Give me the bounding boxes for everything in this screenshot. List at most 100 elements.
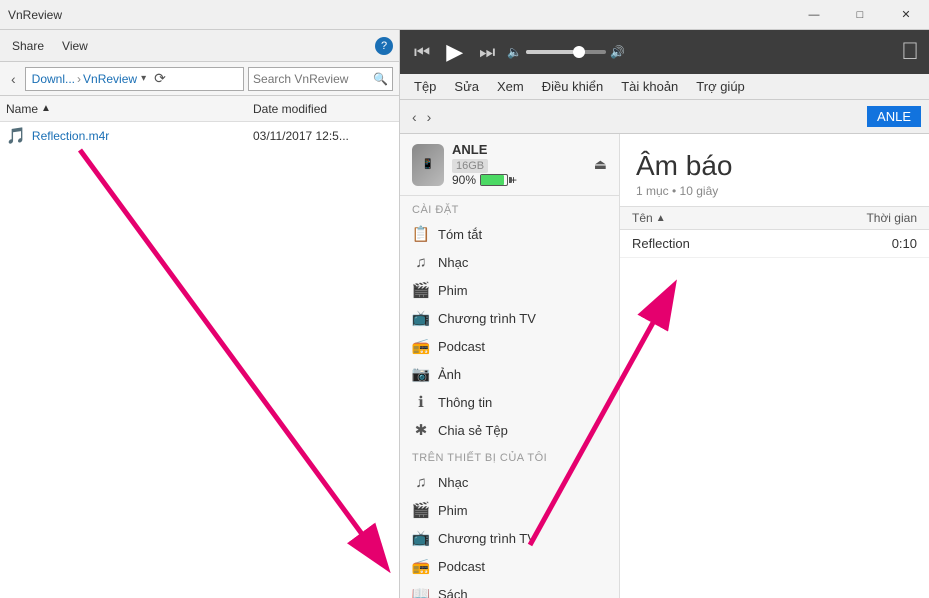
- maximize-button[interactable]: □: [837, 0, 883, 30]
- eject-button[interactable]: ⏏: [594, 156, 607, 173]
- window-controls: — □ ✕: [791, 0, 929, 30]
- device-sach-icon: 📖: [412, 585, 430, 598]
- table-row[interactable]: Reflection 0:10: [620, 230, 929, 258]
- play-button[interactable]: ▶: [442, 37, 467, 67]
- sidebar-device-header: Trên Thiết bị của tôi: [400, 444, 619, 468]
- file-type-icon: 🎵: [6, 126, 26, 146]
- volume-high-icon: 🔊: [610, 45, 625, 59]
- explorer-content: 🎵 Reflection.m4r 03/11/2017 12:5...: [0, 122, 399, 598]
- sidebar-item-tom-tat[interactable]: 📋 Tóm tắt: [400, 220, 619, 248]
- sidebar-device-label-phim: Phim: [438, 503, 468, 518]
- sidebar-device-label-sach: Sách: [438, 587, 468, 598]
- device-capacity: 16GB: [452, 159, 488, 173]
- device-phim-icon: 🎬: [412, 501, 430, 519]
- menu-sua[interactable]: Sửa: [446, 76, 487, 97]
- breadcrumb-child[interactable]: VnReview: [83, 72, 137, 86]
- device-tv-icon: 📺: [412, 529, 430, 547]
- breadcrumb-root[interactable]: Downl...: [32, 72, 75, 86]
- itunes-back-button[interactable]: ‹: [408, 107, 421, 127]
- date-column-header: Date modified: [253, 102, 393, 116]
- itunes-content: Âm báo 1 mục • 10 giây Tên ▲ Thời gian R…: [620, 134, 929, 598]
- sidebar-label-chia-se: Chia sẻ Tệp: [438, 423, 508, 438]
- sidebar-label-anh: Ảnh: [438, 367, 461, 382]
- explorer-toolbar: Share View ?: [0, 30, 399, 62]
- thong-tin-icon: ℹ: [412, 393, 430, 411]
- breadcrumb-separator: ›: [77, 72, 81, 86]
- sidebar-device-nhac[interactable]: ♫ Nhạc: [400, 468, 619, 496]
- file-item[interactable]: 🎵 Reflection.m4r 03/11/2017 12:5...: [0, 122, 399, 150]
- sidebar-item-podcast[interactable]: 📻 Podcast: [400, 332, 619, 360]
- view-button[interactable]: View: [56, 37, 94, 55]
- help-button[interactable]: ?: [375, 37, 393, 55]
- itunes-nav: ‹ › ANLE: [400, 100, 929, 134]
- device-nhac-icon: ♫: [412, 473, 430, 491]
- sidebar-device-label-tv: Chương trình TV: [438, 531, 536, 546]
- menu-dieu-khien[interactable]: Điều khiển: [534, 76, 611, 97]
- sidebar-item-nhac[interactable]: ♫ Nhạc: [400, 248, 619, 276]
- battery-fill: [481, 175, 504, 185]
- sidebar-item-anh[interactable]: 📷 Ảnh: [400, 360, 619, 388]
- itunes-menu: Tệp Sửa Xem Điều khiển Tài khoản Trợ giú…: [400, 74, 929, 100]
- nhac-icon: ♫: [412, 253, 430, 271]
- search-input[interactable]: [253, 72, 373, 86]
- search-box: 🔍: [248, 67, 393, 91]
- menu-xem[interactable]: Xem: [489, 76, 532, 97]
- volume-slider[interactable]: 🔈 🔊: [507, 45, 625, 59]
- itunes-sidebar: 📱 ANLE 16GB 90% +: [400, 134, 620, 598]
- anle-button[interactable]: ANLE: [867, 106, 921, 127]
- explorer-header: Name ▲ Date modified: [0, 96, 399, 122]
- sidebar-label-thong-tin: Thông tin: [438, 395, 492, 410]
- sidebar-item-phim[interactable]: 🎬 Phim: [400, 276, 619, 304]
- sidebar-item-thong-tin[interactable]: ℹ Thông tin: [400, 388, 619, 416]
- device-section: 📱 ANLE 16GB 90% +: [400, 134, 619, 196]
- itunes-forward-button[interactable]: ›: [423, 107, 436, 127]
- content-title: Âm báo: [636, 150, 913, 182]
- menu-tai-khoan[interactable]: Tài khoản: [613, 76, 686, 97]
- menu-tro-giup[interactable]: Trợ giúp: [688, 76, 753, 97]
- sidebar-item-chia-se-tep[interactable]: ✱ Chia sẻ Tệp: [400, 416, 619, 444]
- next-button[interactable]: ⏭: [475, 40, 499, 65]
- sidebar-device-label-nhac: Nhạc: [438, 475, 468, 490]
- refresh-button[interactable]: ⟳: [150, 68, 170, 89]
- slider-thumb: [573, 46, 585, 58]
- device-podcast-icon: 📻: [412, 557, 430, 575]
- sidebar-device-phim[interactable]: 🎬 Phim: [400, 496, 619, 524]
- sidebar-install-header: Cài đặt: [400, 196, 619, 220]
- menu-tep[interactable]: Tệp: [406, 76, 444, 97]
- sidebar-label-nhac: Nhạc: [438, 255, 468, 270]
- name-column-header[interactable]: Name ▲: [6, 102, 253, 116]
- device-battery: 90% +: [452, 173, 586, 187]
- row-name: Reflection: [632, 236, 857, 251]
- sidebar-device-podcast[interactable]: 📻 Podcast: [400, 552, 619, 580]
- file-name: Reflection.m4r: [32, 129, 247, 143]
- podcast-icon: 📻: [412, 337, 430, 355]
- window-chrome: VnReview — □ ✕: [0, 0, 929, 30]
- device-image: 📱: [412, 144, 444, 186]
- device-info: ANLE 16GB 90% +: [452, 142, 586, 187]
- apple-logo-icon: : [901, 38, 919, 66]
- window-title: VnReview: [0, 8, 791, 22]
- volume-low-icon: 🔈: [507, 45, 522, 59]
- sidebar-item-chuong-trinh-tv[interactable]: 📺 Chương trình TV: [400, 304, 619, 332]
- prev-button[interactable]: ⏮: [410, 40, 434, 65]
- slider-track[interactable]: [526, 50, 606, 54]
- sidebar-label-tv: Chương trình TV: [438, 311, 536, 326]
- sidebar-label-tom-tat: Tóm tắt: [438, 227, 482, 242]
- chia-se-icon: ✱: [412, 421, 430, 439]
- share-button[interactable]: Share: [6, 37, 50, 55]
- sidebar-device-sach[interactable]: 📖 Sách: [400, 580, 619, 598]
- sidebar-label-phim: Phim: [438, 283, 468, 298]
- content-table-header: Tên ▲ Thời gian: [620, 207, 929, 230]
- content-table-body: Reflection 0:10: [620, 230, 929, 598]
- table-name-col-header[interactable]: Tên ▲: [632, 211, 857, 225]
- sidebar-device-chuong-trinh-tv[interactable]: 📺 Chương trình TV: [400, 524, 619, 552]
- battery-bar: [480, 174, 508, 186]
- close-button[interactable]: ✕: [883, 0, 929, 30]
- search-button[interactable]: 🔍: [373, 72, 388, 86]
- back-button[interactable]: ‹: [6, 69, 21, 89]
- breadcrumb-dropdown[interactable]: ▾: [139, 73, 148, 84]
- tom-tat-icon: 📋: [412, 225, 430, 243]
- anh-icon: 📷: [412, 365, 430, 383]
- sidebar-label-podcast: Podcast: [438, 339, 485, 354]
- minimize-button[interactable]: —: [791, 0, 837, 30]
